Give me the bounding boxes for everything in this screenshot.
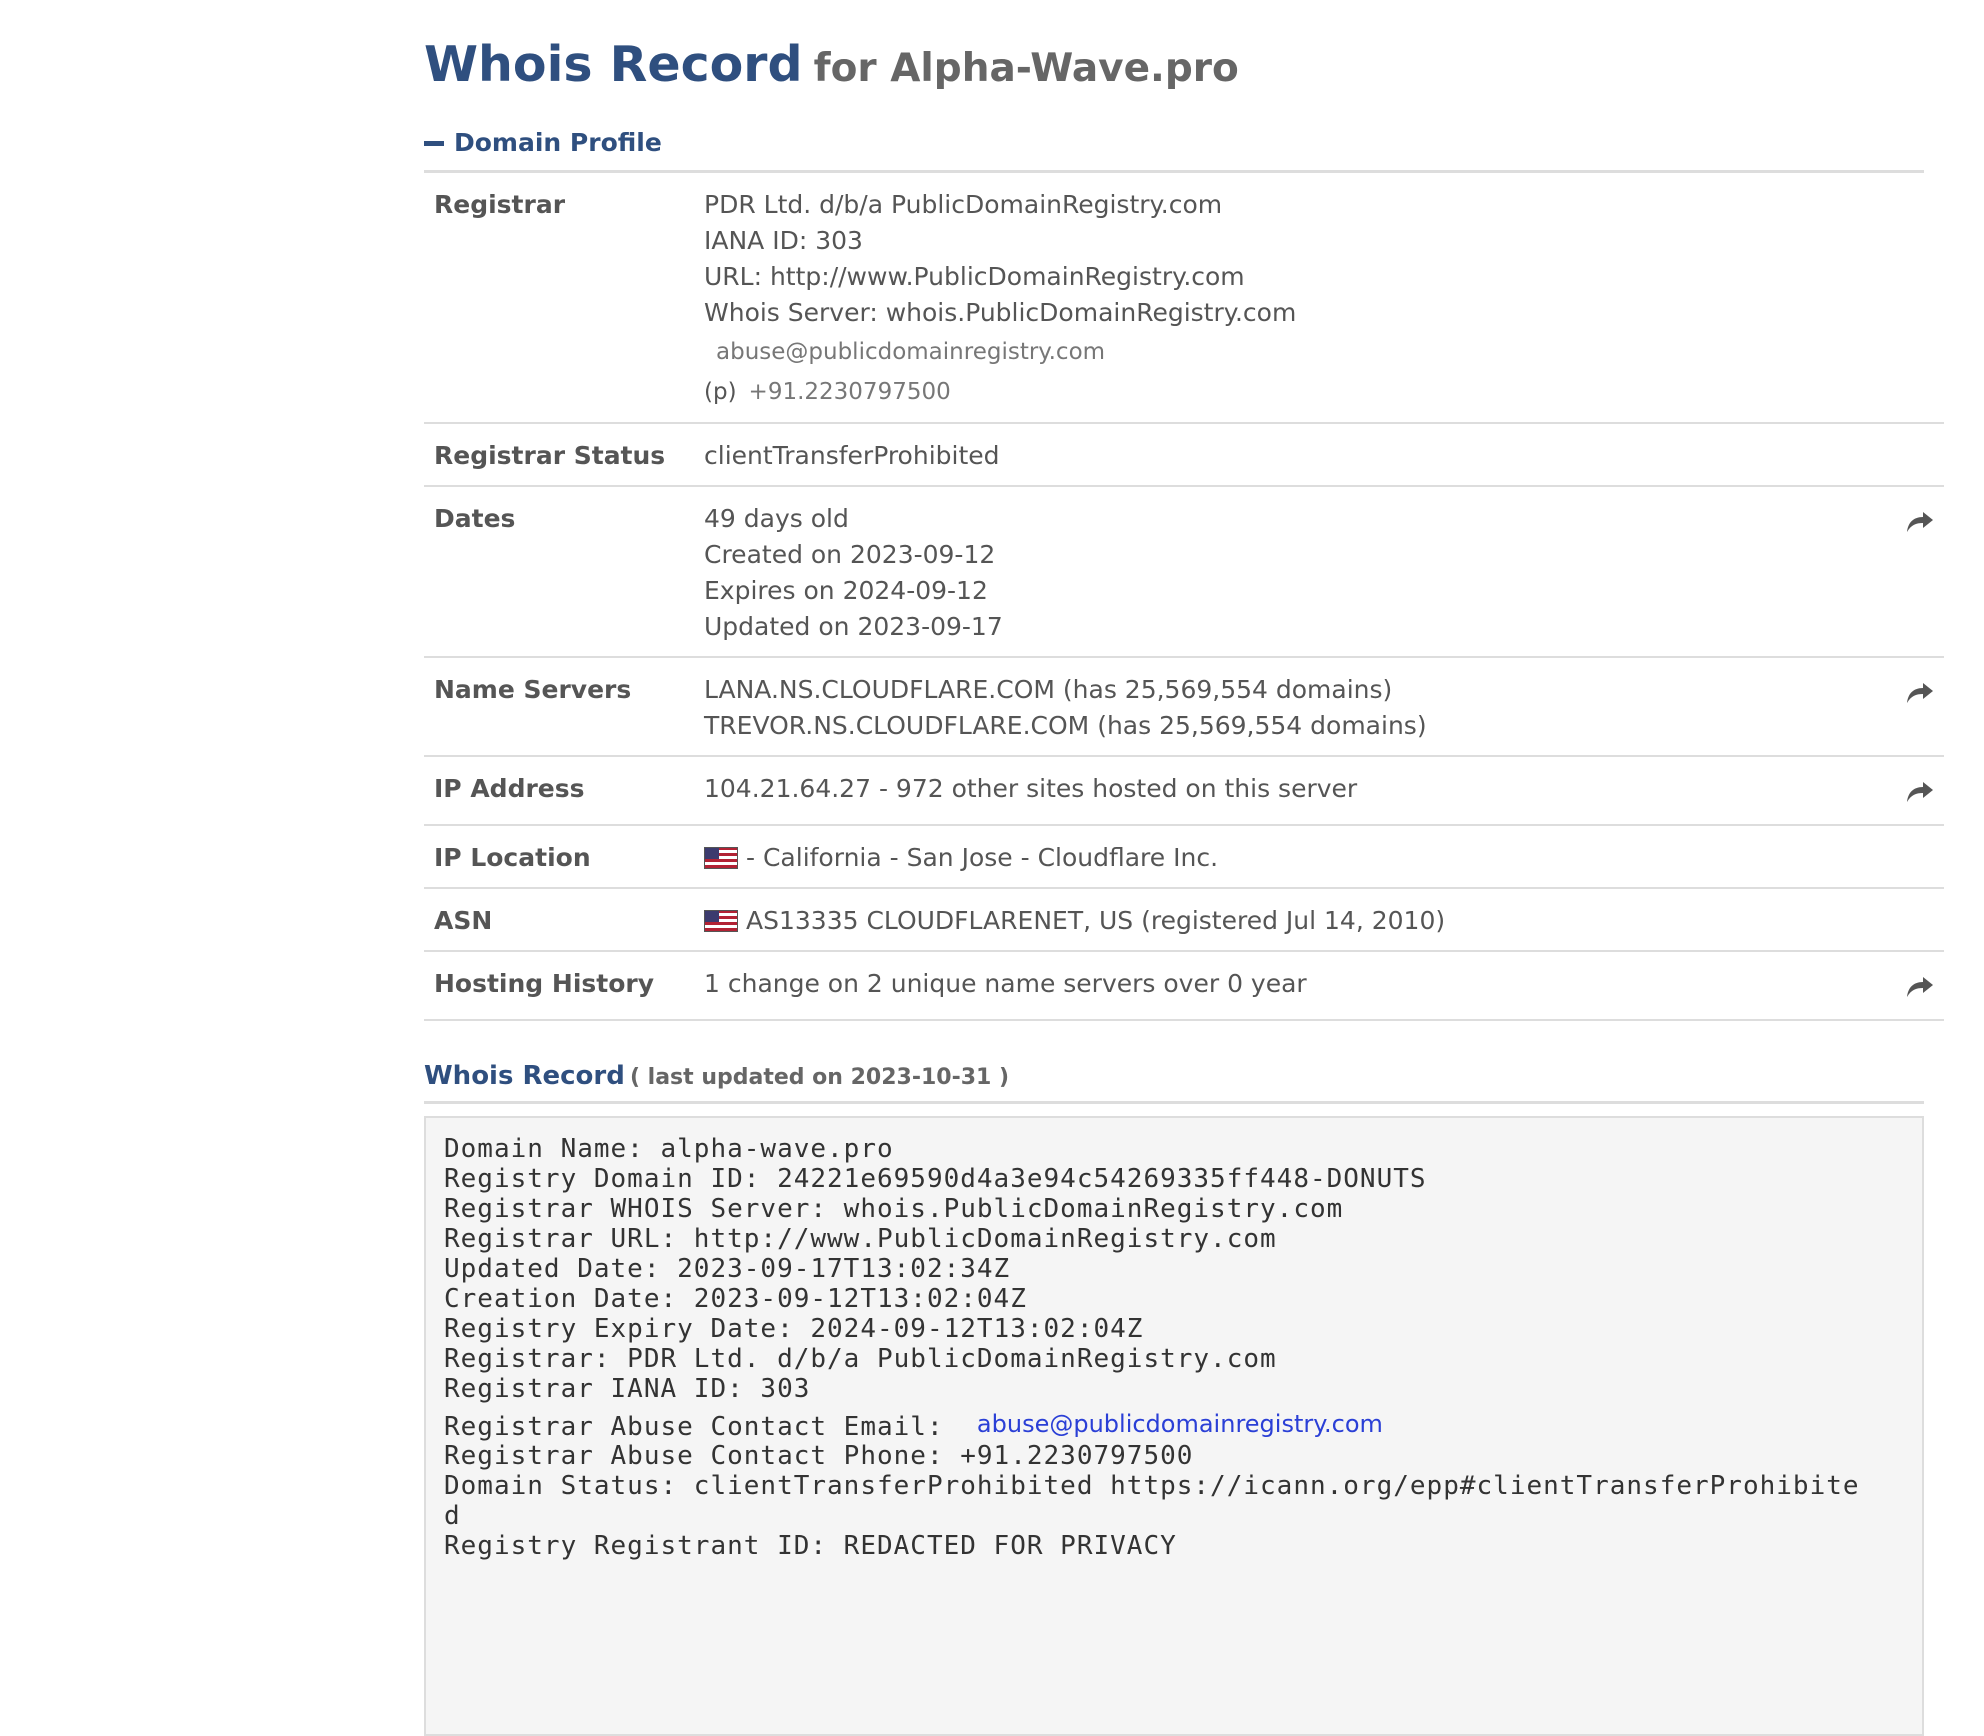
share-arrow-icon[interactable]: [1906, 972, 1934, 997]
raw-line: Registry Domain ID: 24221e69590d4a3e94c5…: [444, 1164, 1427, 1194]
registrar-phone: (p) +91.2230797500: [704, 371, 1854, 411]
raw-line: Registrar Abuse Contact Phone: +91.22307…: [444, 1441, 1194, 1471]
collapse-minus-icon[interactable]: [424, 140, 444, 146]
profile-row-dates: Dates 49 days old Created on 2023-09-12 …: [424, 486, 1944, 658]
profile-row-registrar: Registrar PDR Ltd. d/b/a PublicDomainReg…: [424, 173, 1944, 424]
ip-address-value: 104.21.64.27 - 972 other sites hosted on…: [694, 756, 1864, 826]
profile-row-asn: ASN AS13335 CLOUDFLARENET, US (registere…: [424, 888, 1944, 952]
registrar-status-value: clientTransferProhibited: [694, 423, 1864, 487]
page-title-domain: for Alpha-Wave.pro: [813, 46, 1239, 91]
raw-line: Registrar URL: http://www.PublicDomainRe…: [444, 1224, 1277, 1254]
profile-row-hosting-history: Hosting History 1 change on 2 unique nam…: [424, 951, 1944, 1021]
name-server-1: LANA.NS.CLOUDFLARE.COM (has 25,569,554 d…: [704, 675, 1393, 704]
name-server-2: TREVOR.NS.CLOUDFLARE.COM (has 25,569,554…: [704, 711, 1427, 740]
raw-whois-text: Domain Name: alpha-wave.pro Registry Dom…: [424, 1116, 1924, 1736]
registrar-phone-image: +91.2230797500: [748, 379, 951, 405]
share-arrow-icon[interactable]: [1906, 507, 1934, 532]
created-date: Created on 2023-09-12: [704, 540, 996, 569]
row-label: IP Address: [424, 756, 694, 826]
phone-prefix: (p): [704, 379, 737, 405]
registrar-url: URL: http://www.PublicDomainRegistry.com: [704, 262, 1245, 291]
row-label: Registrar Status: [424, 423, 694, 487]
row-label: Registrar: [424, 173, 694, 424]
raw-line: Registry Registrant ID: REDACTED FOR PRI…: [444, 1531, 1177, 1561]
expires-date: Expires on 2024-09-12: [704, 576, 988, 605]
domain-profile-title[interactable]: Domain Profile: [454, 116, 662, 170]
page-title: Whois Record for Alpha-Wave.pro: [424, 0, 1924, 96]
registrar-name: PDR Ltd. d/b/a PublicDomainRegistry.com: [704, 190, 1223, 219]
raw-line: Registrar IANA ID: 303: [444, 1374, 811, 1404]
raw-line: Registrar: PDR Ltd. d/b/a PublicDomainRe…: [444, 1344, 1277, 1374]
page-title-main: Whois Record: [424, 36, 803, 93]
raw-line: Creation Date: 2023-09-12T13:02:04Z: [444, 1284, 1027, 1314]
registrar-email-image: abuse@publicdomainregistry.com: [716, 339, 1106, 365]
raw-line: Updated Date: 2023-09-17T13:02:34Z: [444, 1254, 1011, 1284]
asn-value: AS13335 CLOUDFLARENET, US (registered Ju…: [746, 906, 1446, 935]
row-label: Dates: [424, 486, 694, 658]
whois-record-updated: ( last updated on 2023-10-31 ): [629, 1065, 1010, 1090]
raw-line: Domain Status: clientTransferProhibited …: [444, 1471, 1860, 1501]
row-value: PDR Ltd. d/b/a PublicDomainRegistry.com …: [694, 173, 1864, 424]
raw-line: Domain Name: alpha-wave.pro: [444, 1134, 894, 1164]
registrar-iana-id: IANA ID: 303: [704, 226, 863, 255]
hosting-history-value: 1 change on 2 unique name servers over 0…: [694, 951, 1864, 1021]
profile-row-ip-location: IP Location - California - San Jose - Cl…: [424, 825, 1944, 889]
raw-line: d: [444, 1501, 461, 1531]
updated-date: Updated on 2023-09-17: [704, 612, 1003, 641]
domain-profile-table: Registrar PDR Ltd. d/b/a PublicDomainReg…: [424, 173, 1944, 1021]
raw-line: Registry Expiry Date: 2024-09-12T13:02:0…: [444, 1314, 1144, 1344]
domain-profile-header[interactable]: Domain Profile: [424, 116, 1924, 173]
raw-line-abuse-email: Registrar Abuse Contact Email: abuse@pub…: [444, 1404, 1904, 1442]
row-value: 49 days old Created on 2023-09-12 Expire…: [694, 486, 1864, 658]
us-flag-icon: [704, 906, 738, 932]
share-arrow-icon[interactable]: [1906, 777, 1934, 802]
profile-row-ip-address: IP Address 104.21.64.27 - 972 other site…: [424, 756, 1944, 826]
registrar-whois-server: Whois Server: whois.PublicDomainRegistry…: [704, 298, 1297, 327]
abuse-email-label: Registrar Abuse Contact Email:: [444, 1412, 944, 1442]
domain-age: 49 days old: [704, 504, 849, 533]
whois-record-title: Whois Record: [424, 1061, 625, 1091]
profile-row-registrar-status: Registrar Status clientTransferProhibite…: [424, 423, 1944, 487]
whois-record-header: Whois Record ( last updated on 2023-10-3…: [424, 1051, 1924, 1104]
share-arrow-icon[interactable]: [1906, 678, 1934, 703]
row-label: Hosting History: [424, 951, 694, 1021]
row-label: ASN: [424, 888, 694, 952]
row-label: Name Servers: [424, 657, 694, 757]
row-value: AS13335 CLOUDFLARENET, US (registered Ju…: [694, 888, 1864, 952]
profile-row-name-servers: Name Servers LANA.NS.CLOUDFLARE.COM (has…: [424, 657, 1944, 757]
row-value: - California - San Jose - Cloudflare Inc…: [694, 825, 1864, 889]
abuse-email-link[interactable]: abuse@publicdomainregistry.com: [977, 1410, 1383, 1438]
row-value: LANA.NS.CLOUDFLARE.COM (has 25,569,554 d…: [694, 657, 1864, 757]
us-flag-icon: [704, 843, 738, 869]
ip-location-value: - California - San Jose - Cloudflare Inc…: [746, 843, 1219, 872]
row-label: IP Location: [424, 825, 694, 889]
raw-line: Registrar WHOIS Server: whois.PublicDoma…: [444, 1194, 1344, 1224]
whois-page: Whois Record for Alpha-Wave.pro Domain P…: [424, 0, 1944, 1736]
